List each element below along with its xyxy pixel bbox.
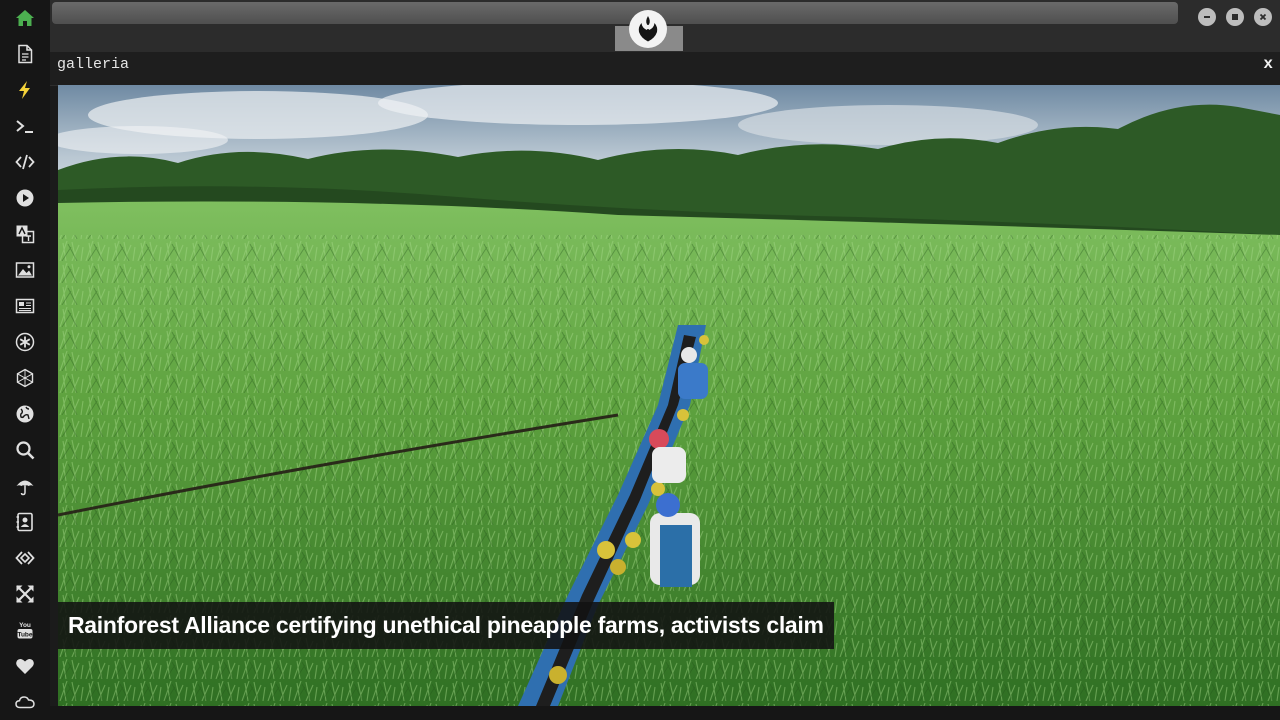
lightning-icon[interactable] — [13, 78, 37, 102]
umbrella-icon[interactable] — [13, 474, 37, 498]
image-caption: Rainforest Alliance certifying unethical… — [58, 602, 834, 649]
panel-header: galleria x — [50, 52, 1280, 86]
top-bar — [50, 0, 1280, 52]
panel-close-button[interactable]: x — [1263, 55, 1273, 73]
asterisk-icon[interactable] — [13, 330, 37, 354]
expand-arrows-icon[interactable] — [13, 582, 37, 606]
code-diamond-icon[interactable] — [13, 546, 37, 570]
panel-title: galleria — [57, 56, 130, 73]
contact-card-icon[interactable] — [13, 510, 37, 534]
close-icon[interactable] — [1254, 8, 1272, 26]
rebel-alliance-logo-icon[interactable] — [629, 10, 667, 48]
translate-icon[interactable] — [13, 222, 37, 246]
gallery-image[interactable]: Rainforest Alliance certifying unethical… — [58, 85, 1280, 706]
bottom-strip — [50, 706, 1280, 720]
globe-icon[interactable] — [13, 402, 37, 426]
svg-text:You: You — [19, 622, 31, 629]
play-icon[interactable] — [13, 186, 37, 210]
sidebar: You Tube — [0, 0, 50, 720]
maximize-icon[interactable] — [1226, 8, 1244, 26]
cloud-icon[interactable] — [13, 690, 37, 714]
home-icon[interactable] — [13, 6, 37, 30]
address-field[interactable] — [52, 2, 1178, 24]
youtube-icon[interactable]: You Tube — [13, 618, 37, 642]
svg-text:Tube: Tube — [17, 632, 32, 639]
heart-icon[interactable] — [13, 654, 37, 678]
image-icon[interactable] — [13, 258, 37, 282]
terminal-icon[interactable] — [13, 114, 37, 138]
document-icon[interactable] — [13, 42, 37, 66]
search-icon[interactable] — [13, 438, 37, 462]
minimize-icon[interactable] — [1198, 8, 1216, 26]
code-icon[interactable] — [13, 150, 37, 174]
hexagon-icon[interactable] — [13, 366, 37, 390]
newspaper-icon[interactable] — [13, 294, 37, 318]
